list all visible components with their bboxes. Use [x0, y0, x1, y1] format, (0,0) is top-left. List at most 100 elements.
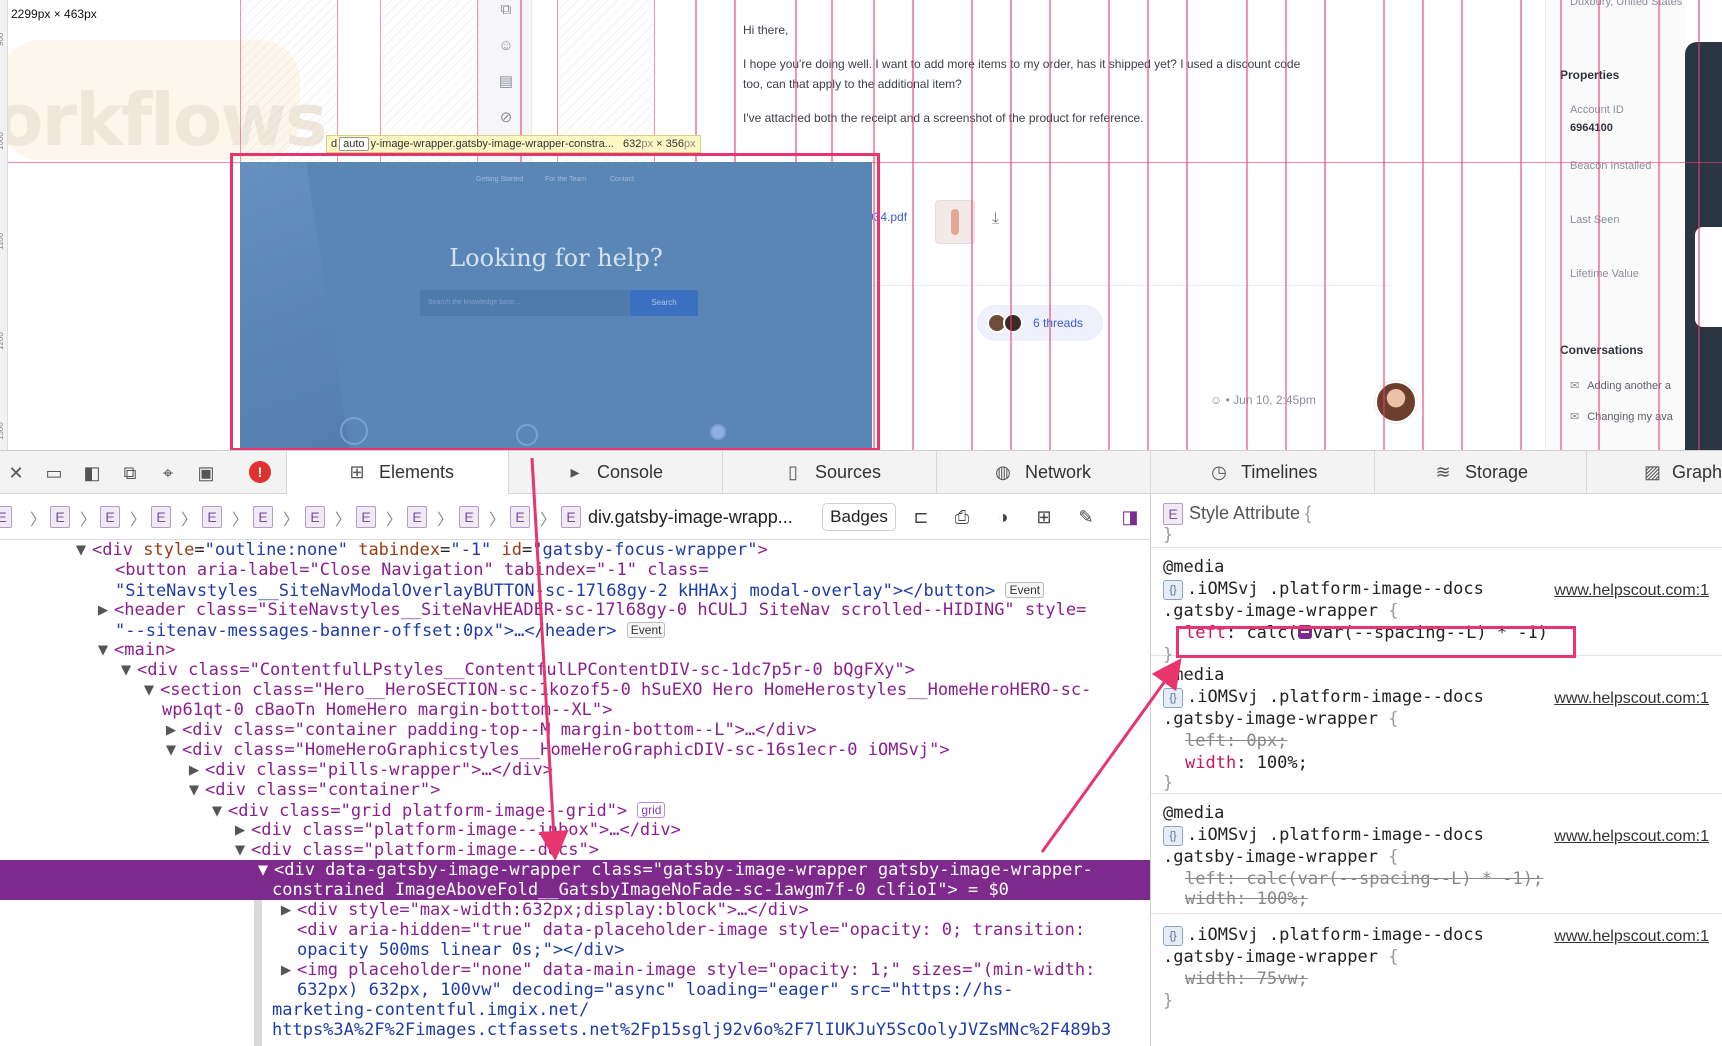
selected-dom-node-cont[interactable]: constrained ImageAboveFold__GatsbyImageN…	[272, 880, 1150, 900]
dom-node[interactable]: ▶ <div style="max-width:632px;display:blo…	[275, 900, 1150, 920]
style-rule[interactable]: E Style Attribute { }	[1151, 494, 1722, 548]
tab-label: Console	[597, 462, 664, 482]
style-rule[interactable]: {} .iOMSvj .platform-image--docs www.help…	[1151, 914, 1722, 1046]
breadcrumb-element[interactable]: E	[561, 506, 581, 528]
event-badge[interactable]: Event	[626, 622, 666, 638]
dom-node[interactable]: "SiteNavstyles__SiteNavModalOverlayBUTTO…	[115, 580, 1150, 601]
dom-node[interactable]: ▶ <div class="pills-wrapper">…</div>	[183, 760, 1150, 780]
tab-label: Network	[1025, 462, 1092, 482]
tab-label: Timelines	[1241, 462, 1318, 482]
breadcrumb-element[interactable]: E	[253, 506, 273, 528]
user-icon[interactable]: ☺	[496, 36, 516, 56]
dom-node[interactable]: marketing-contentful.imgix.net/	[272, 1000, 1150, 1020]
rule-source-link[interactable]: www.helpscout.com:1	[1554, 826, 1709, 848]
dom-node[interactable]: <div aria-hidden="true" data-placeholder…	[297, 920, 1150, 940]
breadcrumb-element[interactable]: E	[356, 506, 376, 528]
dom-node[interactable]: ▼ <div class="platform-image--docs">	[229, 840, 1150, 860]
breadcrumb-element[interactable]: E	[510, 506, 530, 528]
threads-pill[interactable]: 6 threads	[977, 305, 1103, 341]
style-rule[interactable]: @media {} .iOMSvj .platform-image--docs w…	[1151, 794, 1722, 914]
grid-badge[interactable]: grid	[637, 802, 666, 818]
breadcrumb-element[interactable]: E	[0, 506, 12, 528]
dom-node[interactable]: opacity 500ms linear 0s;"></div>	[297, 940, 1150, 960]
tab-graphics[interactable]: ▨ Graph	[1586, 451, 1722, 494]
rule-source-link[interactable]: www.helpscout.com:1	[1554, 688, 1709, 710]
breadcrumb-element[interactable]: E	[50, 506, 70, 528]
error-icon[interactable]: !	[249, 461, 271, 483]
overridden-property[interactable]: left: 0px;	[1185, 730, 1287, 752]
rule-selector: .gatsby-image-wrapper	[1163, 601, 1378, 621]
tab-label: Graph	[1671, 462, 1722, 482]
media-query: @media	[1163, 557, 1225, 577]
properties-title: Properties	[1560, 68, 1620, 82]
dock-side-icon[interactable]: ◧	[80, 462, 104, 484]
breadcrumb-element[interactable]: E	[202, 506, 222, 528]
tab-label: Storage	[1465, 462, 1529, 482]
page-preview: 2299px × 463px 900 1000 1100 1200 1300 o…	[0, 0, 1722, 450]
tab-console[interactable]: ▸ Console	[508, 451, 722, 494]
badges-button[interactable]: Badges	[822, 503, 896, 531]
overridden-property[interactable]: width: 75vw;	[1185, 968, 1308, 990]
breadcrumb-element[interactable]: E	[151, 506, 171, 528]
close-icon[interactable]: ✕	[4, 462, 28, 484]
rule-source-link[interactable]: www.helpscout.com:1	[1554, 580, 1709, 602]
dom-node[interactable]: ▼ <main>	[92, 640, 1150, 660]
styles-sidebar: E Style Attribute { } @media {} .iOMSvj .p…	[1150, 494, 1722, 1046]
archive-icon[interactable]: ▤	[496, 72, 516, 92]
breadcrumb-element[interactable]: E	[305, 506, 325, 528]
attachment-thumbnail[interactable]	[935, 200, 975, 244]
dom-node[interactable]: https%3A%2F%2Fimages.ctfassets.net%2Fp15…	[272, 1020, 1150, 1040]
style-rule[interactable]: @media {} .iOMSvj .platform-image--docs w…	[1151, 656, 1722, 794]
dom-node[interactable]: wp61qt-0 cBaoTn HomeHero margin-bottom--…	[162, 700, 1150, 720]
dom-node[interactable]: "--sitenav-messages-banner-offset:0px">……	[115, 620, 1150, 641]
layout-icon[interactable]: ⊏	[909, 506, 933, 528]
selected-dom-node[interactable]: ▼ <div data-gatsby-image-wrapper class="g…	[252, 860, 1150, 880]
detach-window-icon[interactable]: ⧉	[118, 462, 142, 484]
copy-icon[interactable]: ⧉	[496, 0, 516, 20]
breadcrumb-element[interactable]: E	[100, 506, 120, 528]
event-badge[interactable]: Event	[1005, 582, 1045, 598]
tab-storage[interactable]: ≋ Storage	[1374, 451, 1586, 494]
download-icon[interactable]: ⤓	[992, 210, 999, 228]
media-query: @media	[1163, 803, 1225, 823]
breadcrumb-current[interactable]: div.gatsby-image-wrapp...	[588, 507, 793, 528]
dom-node[interactable]: ▼ <div class="grid platform-image--grid">…	[206, 800, 1150, 821]
print-icon[interactable]: ⎙	[950, 506, 974, 528]
block-icon[interactable]: ⊘	[496, 108, 516, 128]
dom-node[interactable]: ▼ <div style="outline:none" tabindex="-1"…	[70, 540, 1150, 560]
tab-label: Sources	[815, 462, 882, 482]
breadcrumb-element[interactable]: E	[459, 506, 479, 528]
element-picker-icon[interactable]: ⌖	[156, 462, 180, 484]
tab-network[interactable]: ◍ Network	[936, 451, 1150, 494]
tab-sources[interactable]: ▯ Sources	[722, 451, 936, 494]
dom-node[interactable]: <button aria-label="Close Navigation" ta…	[115, 560, 1150, 580]
conversation-item[interactable]: Adding another a	[1570, 379, 1671, 392]
dom-node[interactable]: ▼ <div class="ContentfulLPstyles__Content…	[115, 660, 1150, 680]
dom-node[interactable]: ▶ <div class="platform-image--inbox">…</d…	[229, 820, 1150, 840]
dock-bottom-icon[interactable]: ▭	[42, 462, 66, 484]
breadcrumb-element[interactable]: E	[407, 506, 427, 528]
rule-selector: .iOMSvj .platform-image--docs	[1187, 687, 1484, 707]
overridden-property[interactable]: width: 100%;	[1185, 888, 1308, 910]
tab-elements[interactable]: ⊞ Elements	[286, 451, 508, 494]
grid-icon[interactable]: ⊞	[1032, 506, 1056, 528]
device-icon[interactable]: ▣	[194, 462, 218, 484]
dom-node[interactable]: ▼ <section class="Hero__HeroSECTION-sc-1k…	[138, 680, 1150, 700]
tab-timelines[interactable]: ◷ Timelines	[1150, 451, 1374, 494]
overridden-property[interactable]: left: calc(var(--spacing--L) * -1);	[1185, 868, 1543, 890]
image-icon: ▨	[1643, 462, 1661, 482]
brush-icon[interactable]: ✎	[1074, 506, 1098, 528]
rule-selector: .iOMSvj .platform-image--docs	[1187, 579, 1484, 599]
dom-node[interactable]: ▶ <img placeholder="none" data-main-image…	[275, 960, 1150, 980]
dom-node[interactable]: ▶ <div class="container padding-top--M ma…	[160, 720, 1150, 740]
dom-node[interactable]: ▶ <header class="SiteNavstyles__SiteNavHE…	[92, 600, 1150, 620]
conversation-item[interactable]: Changing my ava	[1570, 410, 1673, 423]
account-id-label: Account ID	[1570, 104, 1624, 116]
breadcrumb: E 〉 E 〉 E 〉 E 〉 E 〉 E 〉 E 〉 E 〉 E 〉 E 〉 …	[0, 494, 1150, 540]
sidebar-toggle-icon[interactable]: ◨	[1118, 506, 1142, 528]
dom-node[interactable]: ▼ <div class="HomeHeroGraphicstyles__Home…	[160, 740, 1150, 760]
appearance-icon[interactable]: ◑	[991, 506, 1015, 528]
dom-node[interactable]: 632px) 632px, 100vw" decoding="async" lo…	[297, 980, 1150, 1000]
rule-source-link[interactable]: www.helpscout.com:1	[1554, 926, 1709, 948]
dom-node[interactable]: ▼ <div class="container">	[183, 780, 1150, 800]
